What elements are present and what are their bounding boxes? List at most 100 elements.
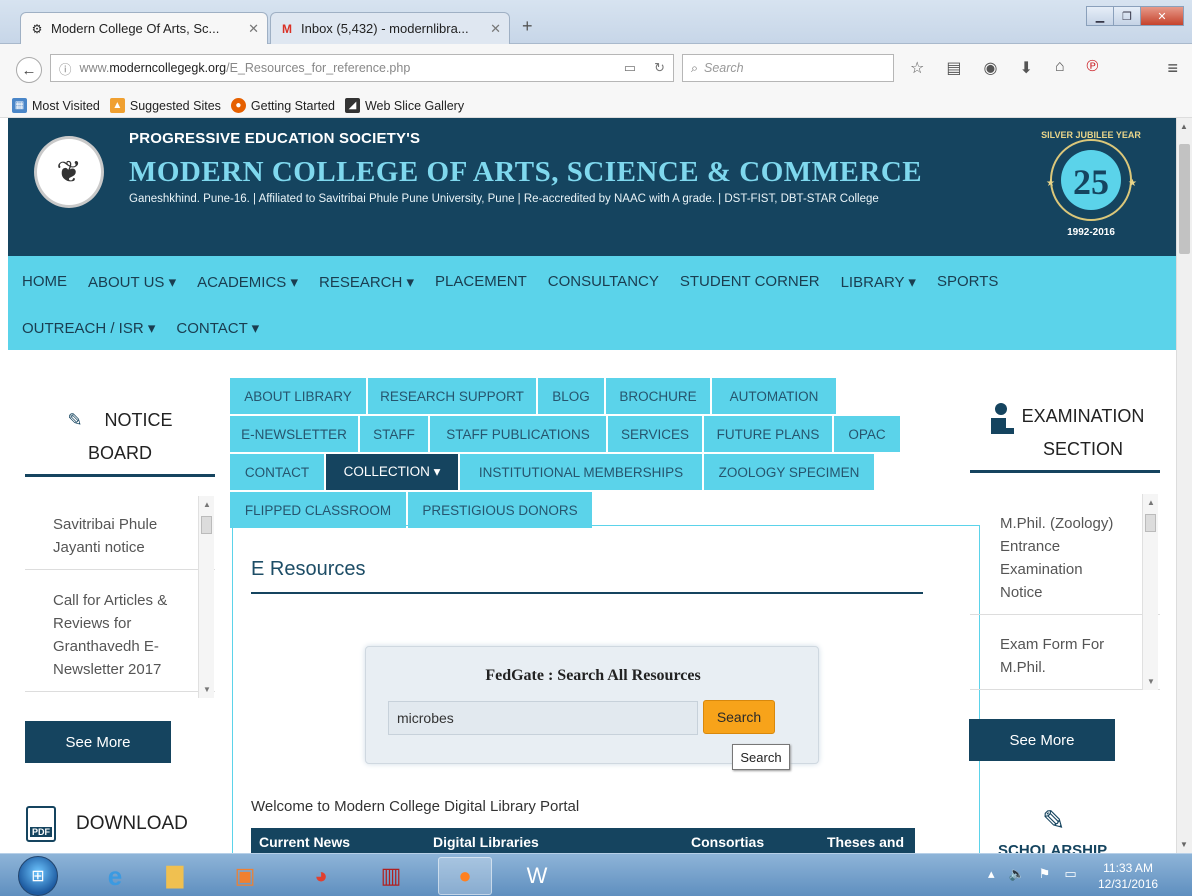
bookmarks-menu-icon[interactable]: ▤ [946,58,961,78]
tab-research-support[interactable]: RESEARCH SUPPORT [368,378,538,414]
page-scrollbar[interactable]: ▲ ▼ [1176,118,1192,853]
exam-item[interactable]: Exam Form For M.Phil. [970,615,1160,690]
network-icon[interactable]: ▭ [1064,866,1076,882]
tab-institutional-memberships[interactable]: INSTITUTIONAL MEMBERSHIPS [460,454,704,490]
tab-flipped-classroom[interactable]: FLIPPED CLASSROOM [230,492,408,528]
file-explorer-icon[interactable]: ▇ [148,857,202,895]
tab-brochure[interactable]: BROCHURE [606,378,712,414]
most-visited-icon: ▦ [12,98,27,113]
scroll-down-icon[interactable]: ▼ [1147,677,1155,686]
bookmark-star-icon[interactable]: ☆ [910,58,924,78]
volume-icon[interactable]: 🔈 [1009,866,1025,882]
minimize-button[interactable]: ▁ [1086,6,1114,26]
tab-zoology-specimen[interactable]: ZOOLOGY SPECIMEN [704,454,876,490]
scroll-up-icon[interactable]: ▲ [1180,122,1188,131]
tab-opac[interactable]: OPAC [834,416,902,452]
fedgate-search-button[interactable]: Search [703,700,775,734]
college-logo[interactable]: ❦ [34,136,104,208]
nav-student-corner[interactable]: STUDENT CORNER [680,273,820,291]
scroll-down-icon[interactable]: ▼ [1180,840,1188,849]
back-button[interactable]: ← [16,57,42,83]
tab-about-library[interactable]: ABOUT LIBRARY [230,378,368,414]
download-icon[interactable]: ⬇ [1019,58,1032,78]
nav-academics[interactable]: ACADEMICS ▾ [197,273,298,291]
library-app-icon[interactable]: ▥ [364,857,418,895]
tab-e-newsletter[interactable]: E-NEWSLETTER [230,416,360,452]
system-clock[interactable]: 11:33 AM 12/31/2016 [1098,860,1158,892]
col-theses[interactable]: Theses and [827,834,904,850]
tab-collection[interactable]: COLLECTION ▾ [326,454,460,490]
tab-staff-publications[interactable]: STAFF PUBLICATIONS [430,416,608,452]
scroll-up-icon[interactable]: ▲ [1147,498,1155,507]
address-bar[interactable]: ⓘ www. moderncollegegk.org/E_Resources_fo… [50,54,674,82]
reload-icon[interactable]: ↻ [654,60,665,76]
tab-staff[interactable]: STAFF [360,416,430,452]
col-current-news[interactable]: Current News [259,834,350,850]
nav-about-us[interactable]: ABOUT US ▾ [88,273,176,291]
search-input[interactable]: ⌕ Search [682,54,894,82]
badge-years: 1992-2016 [1067,227,1115,238]
scroll-up-icon[interactable]: ▲ [203,500,211,509]
scroll-down-icon[interactable]: ▼ [203,685,211,694]
nav-consultancy[interactable]: CONSULTANCY [548,273,659,291]
resources-table-header: Current News Digital Libraries Consortia… [251,828,915,853]
maximize-button[interactable]: ❐ [1113,6,1141,26]
exam-item[interactable]: M.Phil. (Zoology) Entrance Examination N… [970,494,1160,615]
bookmark-web-slice-gallery[interactable]: ◢ Web Slice Gallery [344,98,464,113]
fedgate-search-input[interactable]: microbes [388,701,698,735]
hamburger-menu-icon[interactable]: ≡ [1167,58,1178,79]
tab-blog[interactable]: BLOG [538,378,606,414]
info-icon[interactable]: ⓘ [59,59,72,78]
nav-home[interactable]: HOME [22,273,67,291]
bookmark-suggested-sites[interactable]: ▲ Suggested Sites [109,98,221,113]
tab-future-plans[interactable]: FUTURE PLANS [704,416,834,452]
tab-prestigious-donors[interactable]: PRESTIGIOUS DONORS [408,492,594,528]
col-consortias[interactable]: Consortias [691,834,764,850]
close-window-button[interactable]: ✕ [1140,6,1184,26]
gmail-icon: M [282,21,292,36]
close-tab-icon[interactable]: ✕ [248,21,259,37]
pocket-icon[interactable]: ◉ [983,58,997,78]
reader-view-icon[interactable]: ▭ [624,60,636,76]
internet-explorer-icon[interactable]: e [88,857,142,895]
firefox-icon[interactable]: ● [438,857,492,895]
scrollbar-thumb[interactable] [1179,144,1190,254]
notice-scrollbar[interactable]: ▲ ▼ [198,496,214,698]
tab-services[interactable]: SERVICES [608,416,704,452]
scrollbar-thumb[interactable] [1145,514,1156,532]
close-tab-icon[interactable]: ✕ [490,21,501,37]
media-player-icon[interactable]: ▣ [218,857,272,895]
pinterest-icon[interactable]: ℗ [1087,58,1099,78]
toolbar-icons: ☆ ▤ ◉ ⬇ ⌂ ℗ [910,58,1098,78]
new-tab-button[interactable]: + [522,16,533,37]
action-center-icon[interactable]: ⚑ [1039,866,1051,882]
tab-contact[interactable]: CONTACT [230,454,326,490]
notice-item[interactable]: Call for Articles & Reviews for Granthav… [25,570,215,692]
nav-placement[interactable]: PLACEMENT [435,273,527,291]
web-slice-icon: ◢ [344,98,360,113]
word-icon[interactable]: W [510,857,564,895]
society-name: PROGRESSIVE EDUCATION SOCIETY'S [129,130,421,147]
nav-sports[interactable]: SPORTS [937,273,998,291]
browser-tab-college[interactable]: ⚙ Modern College Of Arts, Sc... ✕ [20,12,268,44]
show-hidden-icons-icon[interactable]: ▴ [988,866,995,882]
bookmark-getting-started[interactable]: ● Getting Started [230,98,335,113]
nav-library[interactable]: LIBRARY ▾ [841,273,916,291]
nav-outreach[interactable]: OUTREACH / ISR ▾ [22,319,155,337]
nav-research[interactable]: RESEARCH ▾ [319,273,414,291]
chrome-icon[interactable]: ◕ [294,857,348,895]
browser-tab-gmail[interactable]: M Inbox (5,432) - modernlibra... ✕ [270,12,510,44]
scrollbar-thumb[interactable] [201,516,212,534]
notice-item[interactable]: Savitribai Phule Jayanti notice [25,494,215,570]
exam-scrollbar[interactable]: ▲ ▼ [1142,494,1158,690]
scholarship-heading: SCHOLARSHIP [998,842,1108,853]
col-digital-libraries[interactable]: Digital Libraries [433,834,539,850]
tab-automation[interactable]: AUTOMATION [712,378,838,414]
nav-contact[interactable]: CONTACT ▾ [176,319,259,337]
exam-see-more-button[interactable]: See More [969,719,1115,761]
bookmark-most-visited[interactable]: ▦ Most Visited [12,98,100,113]
pencil-icon: ✎ [67,410,83,430]
notice-see-more-button[interactable]: See More [25,721,171,763]
start-button[interactable]: ⊞ [18,856,58,896]
home-icon[interactable]: ⌂ [1055,58,1065,78]
